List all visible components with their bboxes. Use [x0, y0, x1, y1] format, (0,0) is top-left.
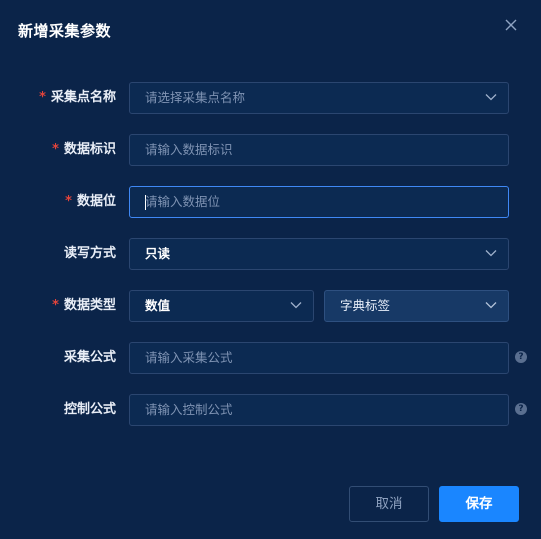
- collect-formula-label: 采集公式: [63, 350, 116, 365]
- data-id-placeholder: 请输入数据标识: [145, 142, 233, 157]
- data-bit-placeholder: 请输入数据位: [145, 194, 221, 209]
- cancel-button[interactable]: 取消: [349, 486, 429, 522]
- form-row-collect-formula: 采集公式 请输入采集公式 ?: [0, 342, 541, 374]
- rw-mode-value: 只读: [145, 246, 171, 261]
- point-name-select[interactable]: 请选择采集点名称: [129, 82, 509, 114]
- data-type-label: * 数据类型: [52, 298, 116, 313]
- collect-formula-placeholder: 请输入采集公式: [145, 350, 233, 365]
- data-id-label: * 数据标识: [52, 142, 116, 157]
- data-type-select[interactable]: 数值: [129, 290, 314, 322]
- dialog-title: 新增采集参数: [18, 22, 112, 40]
- form-row-control-formula: 控制公式 请输入控制公式 ?: [0, 394, 541, 426]
- required-mark: *: [52, 142, 59, 157]
- control-formula-label: 控制公式: [63, 402, 116, 417]
- form-row-data-bit: * 数据位 请输入数据位: [0, 186, 541, 218]
- control-formula-placeholder: 请输入控制公式: [145, 402, 233, 417]
- add-collect-param-dialog: 新增采集参数 * 采集点名称 请选择采集点名称 * 数据标识 请输入数据标识 * 数据…: [0, 0, 541, 539]
- data-id-input[interactable]: 请输入数据标识: [129, 134, 509, 166]
- point-name-label: * 采集点名称: [39, 90, 116, 105]
- save-button[interactable]: 保存: [439, 486, 519, 522]
- dict-label-value: 字典标签: [340, 298, 391, 313]
- form-row-rw-mode: 读写方式 只读: [0, 238, 541, 270]
- help-icon[interactable]: ?: [515, 403, 527, 415]
- required-mark: *: [65, 194, 72, 209]
- form-row-point-name: * 采集点名称 请选择采集点名称: [0, 82, 541, 114]
- rw-mode-label: 读写方式: [63, 246, 116, 261]
- control-formula-input[interactable]: 请输入控制公式: [129, 394, 509, 426]
- chevron-down-icon: [485, 302, 497, 309]
- dict-label-select[interactable]: 字典标签: [324, 290, 509, 322]
- form-row-data-type: * 数据类型 数值 字典标签: [0, 290, 541, 322]
- required-mark: *: [39, 90, 46, 105]
- collect-formula-input[interactable]: 请输入采集公式: [129, 342, 509, 374]
- form-row-data-id: * 数据标识 请输入数据标识: [0, 134, 541, 166]
- help-icon[interactable]: ?: [515, 351, 527, 363]
- rw-mode-select[interactable]: 只读: [129, 238, 509, 270]
- point-name-placeholder: 请选择采集点名称: [145, 90, 246, 105]
- close-icon[interactable]: [502, 16, 520, 34]
- required-mark: *: [52, 298, 59, 313]
- chevron-down-icon: [485, 94, 497, 101]
- data-type-value: 数值: [145, 298, 171, 313]
- data-bit-label: * 数据位: [65, 194, 116, 209]
- chevron-down-icon: [290, 302, 302, 309]
- data-bit-input[interactable]: 请输入数据位: [129, 186, 509, 218]
- chevron-down-icon: [485, 250, 497, 257]
